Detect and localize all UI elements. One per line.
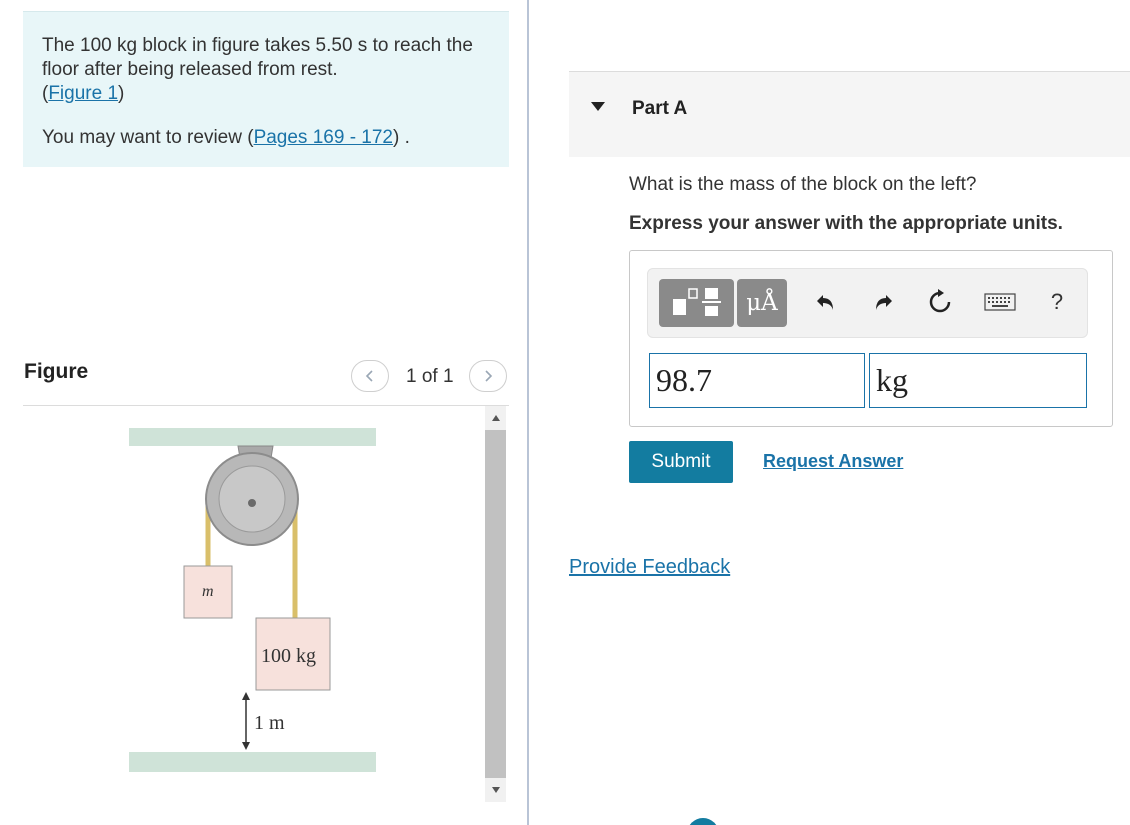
scroll-up-icon: [491, 415, 500, 421]
figure-link-line: (Figure 1): [42, 83, 125, 104]
scroll-down-button[interactable]: [485, 778, 506, 802]
pulley-axle: [248, 499, 256, 507]
floating-action-button[interactable]: [687, 818, 719, 825]
request-answer-link[interactable]: Request Answer: [763, 451, 903, 472]
reset-button[interactable]: [926, 288, 954, 316]
answer-panel: μÅ ? 98.7 kg: [629, 250, 1113, 427]
help-button[interactable]: ?: [1043, 288, 1071, 316]
height-label: 1 m: [254, 712, 285, 734]
keyboard-icon: [984, 293, 1016, 311]
reset-icon: [929, 289, 951, 313]
figure-header: Figure 1 of 1: [23, 352, 509, 406]
review-pages-link[interactable]: Pages 169 - 172: [254, 127, 393, 148]
submit-button[interactable]: Submit: [629, 441, 733, 483]
instruction-text: Express your answer with the appropriate…: [629, 213, 1063, 234]
chevron-right-icon: [485, 370, 493, 382]
ceiling: [129, 428, 376, 446]
chevron-left-icon: [365, 370, 373, 382]
arrow-head-bottom: [242, 742, 250, 750]
answer-unit-input[interactable]: kg: [869, 353, 1087, 408]
arrow-head-top: [242, 692, 250, 700]
part-title: Part A: [632, 98, 688, 119]
problem-text: The 100 kg block in figure takes 5.50 s …: [42, 35, 473, 80]
figure-title: Figure: [24, 360, 89, 383]
undo-icon: [817, 295, 833, 310]
pulley-diagram: m 100 kg 1 m: [129, 428, 376, 772]
figure-page-indicator: 1 of 1: [406, 366, 454, 387]
question-text: What is the mass of the block on the lef…: [629, 174, 977, 195]
problem-intro: The 100 kg block in figure takes 5.50 s …: [23, 11, 509, 167]
part-header[interactable]: Part A: [569, 71, 1130, 157]
undo-button[interactable]: [812, 288, 840, 316]
units-button[interactable]: μÅ: [737, 279, 787, 327]
scroll-up-button[interactable]: [485, 406, 506, 430]
keyboard-button[interactable]: [983, 288, 1017, 316]
figure-image: m 100 kg 1 m: [23, 406, 509, 825]
answer-value-input[interactable]: 98.7: [647, 351, 867, 410]
math-toolbar: μÅ ?: [647, 268, 1088, 338]
provide-feedback-link[interactable]: Provide Feedback: [569, 556, 730, 579]
templates-icon: [673, 288, 721, 316]
templates-button[interactable]: [659, 279, 734, 327]
redo-button[interactable]: [869, 288, 897, 316]
scroll-down-icon: [491, 787, 500, 793]
figure-link[interactable]: Figure 1: [48, 83, 118, 104]
collapse-caret-icon[interactable]: [591, 102, 605, 111]
figure-scrollbar-thumb[interactable]: [485, 430, 506, 778]
floor: [129, 752, 376, 772]
previous-figure-button[interactable]: [351, 360, 389, 392]
redo-icon: [876, 295, 892, 310]
column-divider[interactable]: [527, 0, 529, 825]
left-block-label: m: [202, 583, 214, 600]
right-block-label: 100 kg: [261, 645, 316, 667]
next-figure-button[interactable]: [469, 360, 507, 392]
review-line: You may want to review (Pages 169 - 172)…: [42, 127, 410, 148]
